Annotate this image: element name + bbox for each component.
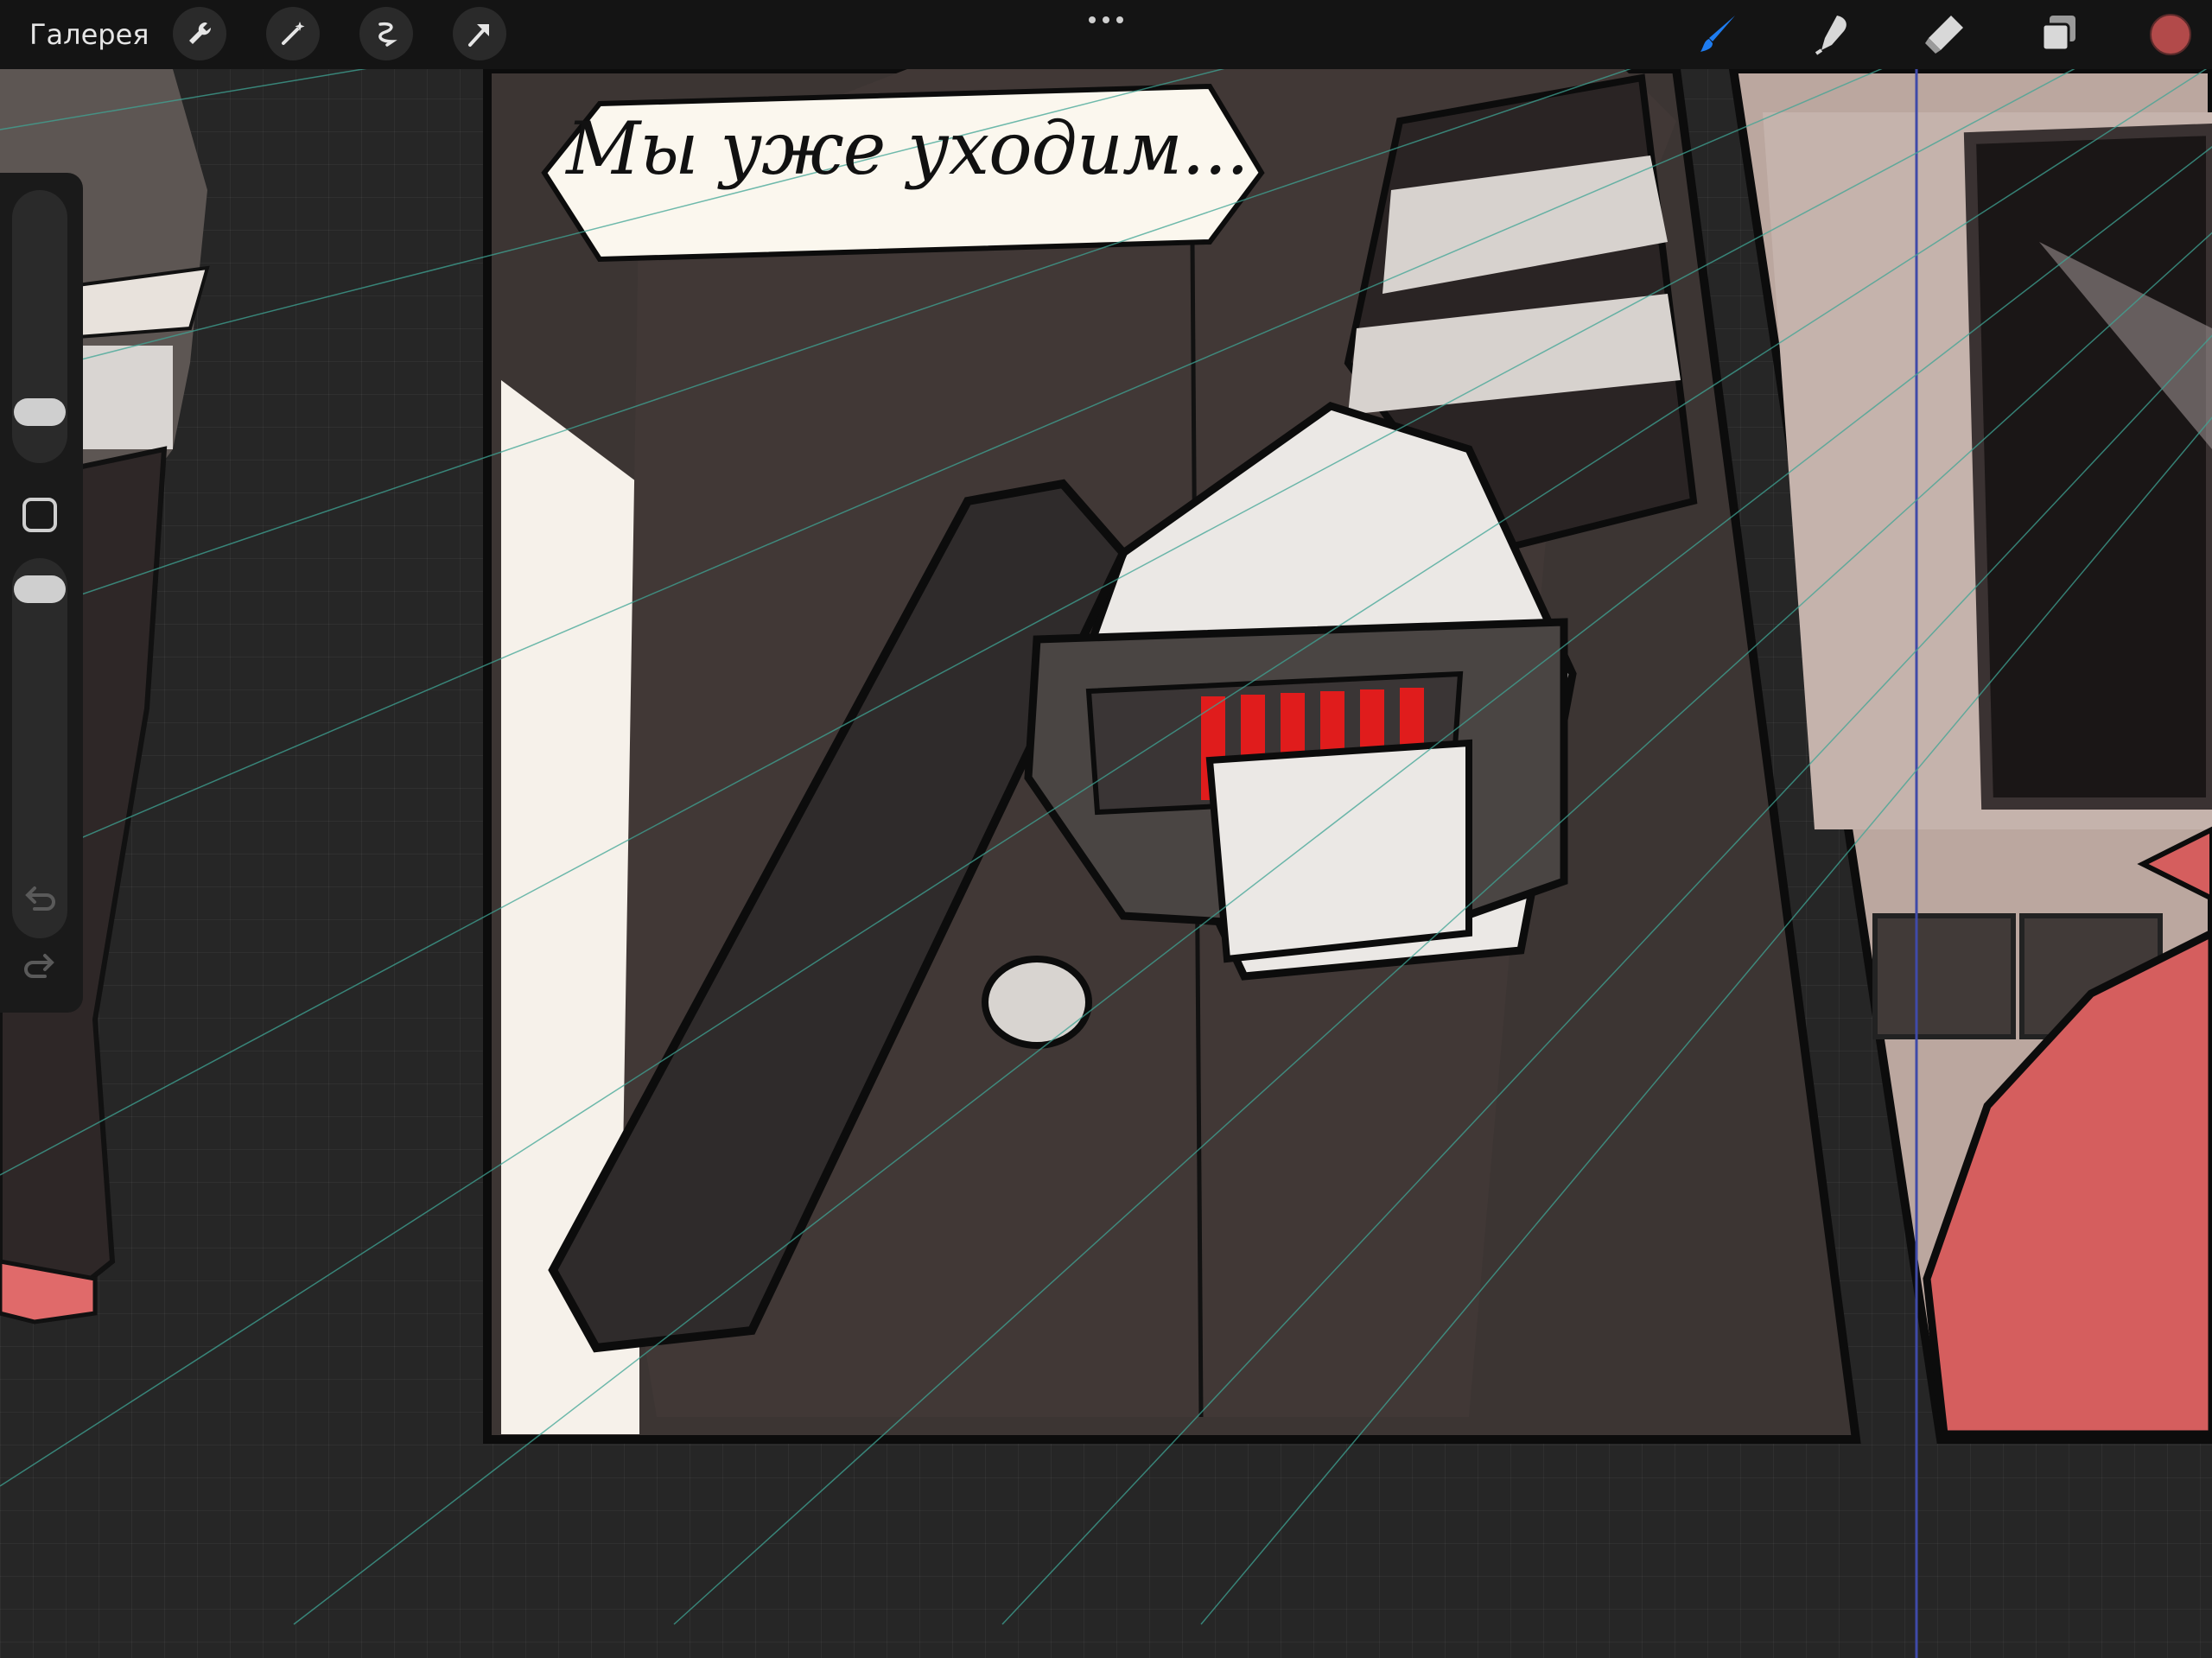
brush-size-thumb[interactable] <box>14 398 66 427</box>
smudge-tool-button[interactable] <box>1808 9 1858 59</box>
canvas-artwork <box>0 0 2212 1658</box>
redo-icon[interactable] <box>21 949 59 983</box>
transform-arrow-icon <box>468 24 489 47</box>
transform-button[interactable] <box>453 7 506 60</box>
smudge-icon <box>1815 16 1847 55</box>
undo-icon[interactable] <box>21 881 59 916</box>
layers-button[interactable] <box>2034 9 2084 59</box>
magic-wand-icon <box>282 22 305 45</box>
actions-button[interactable] <box>173 7 226 60</box>
drawing-canvas[interactable]: Мы уже уходим... <box>0 0 2212 1658</box>
eraser-tool-button[interactable] <box>1920 9 1970 59</box>
opacity-thumb[interactable] <box>14 575 66 604</box>
color-picker-button[interactable] <box>2150 14 2191 55</box>
eraser-icon <box>1925 16 1963 54</box>
top-toolbar: Галерея <box>0 0 2212 69</box>
layers-icon <box>2041 16 2075 52</box>
gallery-button[interactable]: Галерея <box>29 16 149 54</box>
main-comic-panel <box>483 65 1861 1444</box>
left-sidebar <box>0 173 83 1013</box>
speech-bubble-text: Мы уже уходим... <box>566 106 1249 191</box>
selection-icon <box>378 22 397 47</box>
brush-icon <box>1700 16 1735 52</box>
wrench-icon <box>189 22 212 44</box>
adjustments-button[interactable] <box>266 7 320 60</box>
brush-tool-button[interactable] <box>1694 9 1744 59</box>
modify-button[interactable] <box>22 498 57 532</box>
selection-button[interactable] <box>359 7 413 60</box>
more-options-icon[interactable] <box>1085 7 1127 33</box>
